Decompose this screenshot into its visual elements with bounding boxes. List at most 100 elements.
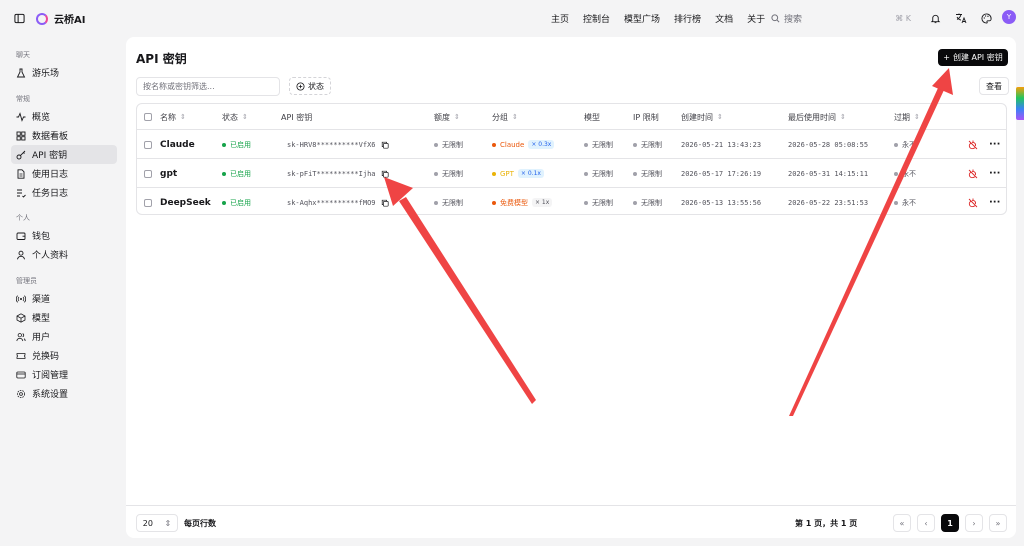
disable-key-icon[interactable] <box>968 159 978 188</box>
disable-key-icon[interactable] <box>968 130 978 159</box>
search-shortcut: ⌘ K <box>895 13 911 23</box>
next-page-button[interactable]: › <box>965 514 983 532</box>
filter-input[interactable] <box>136 77 280 96</box>
nav-docs[interactable]: 文档 <box>715 12 733 25</box>
prev-page-button[interactable]: ‹ <box>917 514 935 532</box>
pagination-bar: 20 ⇕ 每页行数 第 1 页，共 1 页 « ‹ 1 › » <box>126 505 1016 538</box>
last-page-button[interactable]: » <box>989 514 1007 532</box>
ratio-badge: × 1x <box>532 198 553 207</box>
row-checkbox[interactable] <box>144 188 152 217</box>
sidebar-item-dashboard[interactable]: 数据看板 <box>11 126 117 145</box>
nav-home[interactable]: 主页 <box>551 12 569 25</box>
column-header-model: 模型 <box>584 104 600 130</box>
sidebar-item-label: 个人资料 <box>32 251 69 261</box>
copy-icon[interactable] <box>381 130 389 159</box>
more-actions-icon[interactable]: ··· <box>989 159 1000 188</box>
expire-cell: 永不 <box>894 159 916 188</box>
page-size-select[interactable]: 20 ⇕ <box>136 514 178 532</box>
copy-icon[interactable] <box>381 159 389 188</box>
ratio-badge: × 0.1x <box>517 169 544 178</box>
status-filter-button[interactable]: 状态 <box>289 77 331 95</box>
sidebar-item-task-logs[interactable]: 任务日志 <box>11 183 117 202</box>
create-api-key-button[interactable]: + 创建 API 密钥 <box>938 49 1008 66</box>
sidebar-item-subscriptions[interactable]: 订阅管理 <box>11 365 117 384</box>
column-header-expire[interactable]: 过期 ⇕ <box>894 104 920 130</box>
chevrons-right-icon: » <box>995 518 1001 528</box>
expire-text: 永不 <box>902 169 916 178</box>
first-page-button[interactable]: « <box>893 514 911 532</box>
status-text: 已启用 <box>230 198 251 207</box>
column-header-ip: IP 限制 <box>633 104 659 130</box>
sidebar-item-models[interactable]: 模型 <box>11 308 117 327</box>
row-checkbox[interactable] <box>144 159 152 188</box>
quota-cell: 无限制 <box>434 130 463 159</box>
page-info: 第 1 页，共 1 页 <box>795 519 858 528</box>
column-header-name[interactable]: 名称 ⇕ <box>160 104 186 130</box>
api-key-value: sk-Aqhx**********fMO9 <box>287 198 376 207</box>
sidebar-toggle-icon[interactable] <box>12 11 26 25</box>
sidebar-item-system-settings[interactable]: 系统设置 <box>11 384 117 403</box>
sidebar-item-overview[interactable]: 概览 <box>11 107 117 126</box>
row-checkbox[interactable] <box>144 130 152 159</box>
sidebar-item-label: 兑换码 <box>32 352 60 362</box>
header-label: API 密钥 <box>281 112 313 122</box>
column-header-group[interactable]: 分组 ⇕ <box>492 104 518 130</box>
model-cell: 无限制 <box>584 159 613 188</box>
status-badge: 已启用 <box>222 130 251 159</box>
language-icon[interactable] <box>954 11 968 25</box>
sidebar-item-label: 订阅管理 <box>32 371 69 381</box>
header-label: 过期 <box>894 112 910 122</box>
page-button-current[interactable]: 1 <box>941 514 959 532</box>
search-box[interactable]: 搜索 ⌘ K <box>765 8 917 28</box>
disable-key-icon[interactable] <box>968 188 978 217</box>
nav-console[interactable]: 控制台 <box>583 12 610 25</box>
page-size-value: 20 <box>142 518 153 528</box>
ip-text: 无限制 <box>641 140 662 149</box>
activity-icon <box>16 111 26 122</box>
column-header-status[interactable]: 状态 ⇕ <box>222 104 248 130</box>
chevron-left-icon: ‹ <box>924 518 928 528</box>
select-all-checkbox[interactable] <box>144 104 152 130</box>
sidebar-item-playground[interactable]: 游乐场 <box>11 63 117 82</box>
palette-icon[interactable] <box>979 11 993 25</box>
group-text: GPT <box>500 169 514 178</box>
side-widget-tab[interactable] <box>1016 87 1024 120</box>
group-cell: Claude × 0.3x <box>492 130 555 159</box>
key-name: Claude <box>160 139 195 150</box>
column-header-last-used[interactable]: 最后使用时间 ⇕ <box>788 104 846 130</box>
avatar[interactable]: Y <box>1002 10 1016 24</box>
sidebar-item-usage-logs[interactable]: 使用日志 <box>11 164 117 183</box>
user-icon <box>17 250 25 259</box>
more-actions-icon[interactable]: ··· <box>989 188 1000 217</box>
list-check-icon <box>17 189 26 198</box>
sidebar-item-channels[interactable]: 渠道 <box>11 289 117 308</box>
settings-icon <box>17 389 25 398</box>
quota-text: 无限制 <box>442 140 463 149</box>
bell-icon[interactable] <box>928 11 942 25</box>
sidebar-item-wallet[interactable]: 钱包 <box>11 226 117 245</box>
ratio-badge: × 0.3x <box>528 140 555 149</box>
sidebar-item-label: 数据看板 <box>32 132 69 142</box>
column-header-quota[interactable]: 额度 ⇕ <box>434 104 460 130</box>
sidebar-item-redeem-codes[interactable]: 兑换码 <box>11 346 117 365</box>
model-text: 无限制 <box>592 198 613 207</box>
sidebar-item-api-keys[interactable]: API 密钥 <box>11 145 117 164</box>
nav-about[interactable]: 关于 <box>747 12 765 25</box>
group-text: Claude <box>500 140 525 149</box>
file-text-icon <box>17 168 25 179</box>
view-options-button[interactable]: 查看 <box>979 77 1009 95</box>
sidebar-item-users[interactable]: 用户 <box>11 327 117 346</box>
more-actions-icon[interactable]: ··· <box>989 130 1000 159</box>
logo-icon <box>36 12 48 25</box>
sidebar-group-admin: 管理员 <box>16 277 37 285</box>
expire-cell: 永不 <box>894 130 916 159</box>
nav-leaderboard[interactable]: 排行榜 <box>674 12 701 25</box>
nav-model-square[interactable]: 模型广场 <box>624 12 660 25</box>
app-logo[interactable]: 云桥AI <box>36 11 85 26</box>
column-header-created[interactable]: 创建时间 ⇕ <box>681 104 723 130</box>
sidebar-item-profile[interactable]: 个人资料 <box>11 245 117 264</box>
sort-icon: ⇕ <box>914 113 920 121</box>
quota-text: 无限制 <box>442 198 463 207</box>
copy-icon[interactable] <box>381 188 389 217</box>
search-placeholder: 搜索 <box>784 14 803 25</box>
